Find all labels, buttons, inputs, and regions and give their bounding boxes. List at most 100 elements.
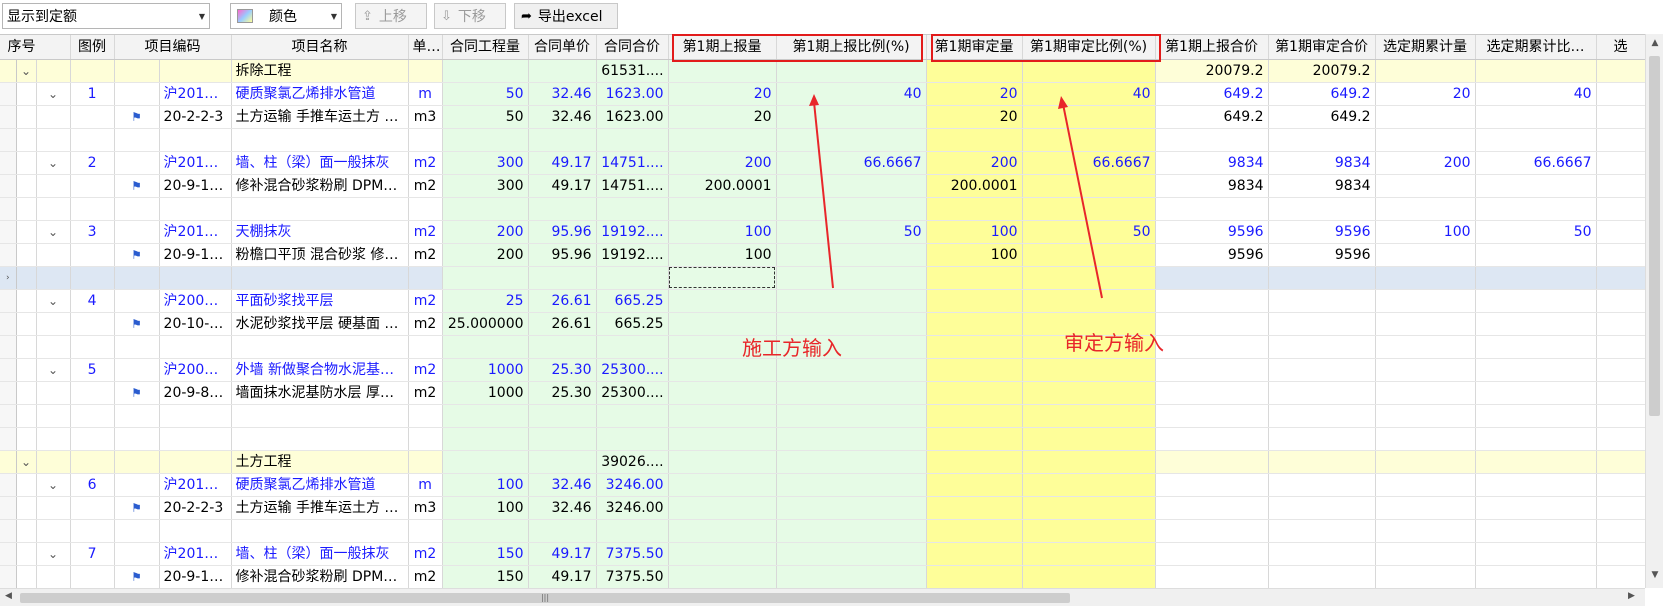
empty-cell[interactable] [1596,427,1645,451]
empty-cell[interactable] [442,335,529,359]
empty-cell[interactable] [1375,335,1476,359]
total-cell[interactable]: 14751.... [596,151,669,175]
c-qty-cell[interactable] [1375,243,1476,267]
seq-cell[interactable]: 2 [70,151,115,175]
item-code-cell[interactable]: 沪2011… [159,220,232,244]
empty-cell[interactable] [1022,128,1156,152]
r-qty-cell[interactable] [668,289,777,313]
row-gutter[interactable] [0,496,17,520]
empty-cell[interactable] [776,404,927,428]
empty-cell[interactable] [1155,197,1269,221]
audit-pct-cell[interactable] [1022,59,1156,83]
item-row[interactable]: ⌄ 6 沪2015… 硬质聚氯乙烯排水管道 m 100 32.46 3246.00 [0,473,1645,497]
a-qty-cell[interactable]: 20 [926,82,1023,106]
qty-cell[interactable]: 25 [442,289,529,313]
row-gutter[interactable] [0,519,17,543]
price-cell[interactable]: 49.17 [528,565,597,588]
c-qty-cell[interactable] [1375,174,1476,198]
color-select[interactable]: 颜色 ▼ [230,3,342,29]
collapse-chevron-icon[interactable]: ⌄ [36,220,71,244]
col-header-contract-qty[interactable]: 合同工程量 [442,35,529,60]
qty-cell[interactable]: 150 [442,542,529,566]
collapse-chevron-icon[interactable]: ⌄ [36,542,71,566]
empty-cell[interactable] [668,266,777,290]
quota-code-cell[interactable]: 20-9-1-… [159,565,232,588]
c-qty-cell[interactable]: 200 [1375,151,1476,175]
r-total-cell[interactable]: 9834 [1155,151,1269,175]
empty-cell[interactable] [442,427,529,451]
empty-cell[interactable] [1596,266,1645,290]
item-name-cell[interactable]: 平面砂浆找平层 [231,289,409,313]
item-row[interactable]: ⌄ 5 沪2007… 外墙 新做聚合物水泥基… m2 1000 25.30 25300.... [0,358,1645,382]
a-pct-cell[interactable] [1022,542,1156,566]
r-total-cell[interactable]: 649.2 [1155,105,1269,129]
empty-cell[interactable] [926,427,1023,451]
empty-cell[interactable] [1022,197,1156,221]
qty-cell[interactable]: 300 [442,174,529,198]
export-excel-button[interactable]: ➦ 导出excel [514,3,618,29]
empty-cell[interactable] [1596,519,1645,543]
r-qty-cell[interactable]: 200.0001 [668,174,777,198]
group-name-cell[interactable]: 拆除工程 [231,59,409,83]
row-gutter[interactable] [0,450,17,474]
a-total-cell[interactable] [1268,542,1376,566]
empty-cell[interactable] [1155,266,1269,290]
r-total-cell[interactable] [1155,542,1269,566]
empty-cell[interactable] [926,519,1023,543]
price-cell[interactable]: 32.46 [528,496,597,520]
quota-row[interactable]: ⚑ 20-9-8-… 墙面抹水泥基防水层 厚… m2 1000 25.30 25300...… [0,381,1645,405]
a-total-cell[interactable] [1268,565,1376,588]
empty-cell[interactable] [1022,266,1156,290]
a-qty-cell[interactable] [926,473,1023,497]
r-total-cell[interactable] [1155,312,1269,336]
scroll-right-icon[interactable]: ▶ [1628,591,1635,601]
unit-cell[interactable]: m2 [408,243,443,267]
item-code-cell[interactable]: 沪2007… [159,358,232,382]
total-cell[interactable]: 665.25 [596,312,669,336]
quota-row[interactable]: ⚑ 20-9-1-… 修补混合砂浆粉刷 DPM… m2 300 49.17 14751...… [0,174,1645,198]
r-pct-cell[interactable] [776,542,927,566]
report-total-cell[interactable] [1155,450,1269,474]
empty-cell[interactable] [1596,404,1645,428]
empty-cell[interactable] [442,266,529,290]
empty-cell[interactable] [1596,335,1645,359]
quota-row[interactable]: ⚑ 20-2-2-3 土方运输 手推车运土方 … m3 50 32.46 1623.00 20… [0,105,1645,129]
a-qty-cell[interactable]: 100 [926,243,1023,267]
unit-cell[interactable]: m2 [408,220,443,244]
row-gutter[interactable] [0,59,17,83]
audit-pct-cell[interactable] [1022,450,1156,474]
audit-qty-cell[interactable] [926,450,1023,474]
a-pct-cell[interactable] [1022,381,1156,405]
qty-cell[interactable]: 100 [442,496,529,520]
c-qty-cell[interactable] [1375,473,1476,497]
item-name-cell[interactable]: 墙、柱（梁）面一般抹灰 [231,542,409,566]
qty-cell[interactable]: 25.000000 [442,312,529,336]
a-total-cell[interactable] [1268,381,1376,405]
price-cell[interactable]: 32.46 [528,473,597,497]
total-cell[interactable]: 25300.... [596,381,669,405]
qty-cell[interactable]: 300 [442,151,529,175]
qty-cell[interactable]: 50 [442,82,529,106]
item-name-cell[interactable]: 天棚抹灰 [231,220,409,244]
price-cell[interactable]: 32.46 [528,105,597,129]
a-qty-cell[interactable]: 20 [926,105,1023,129]
empty-cell[interactable] [1375,404,1476,428]
scroll-left-icon[interactable]: ◀ [5,591,12,601]
r-pct-cell[interactable]: 40 [776,82,927,106]
c-pct-cell[interactable] [1475,243,1597,267]
row-gutter[interactable] [0,381,17,405]
empty-cell[interactable] [528,404,597,428]
r-qty-cell[interactable]: 100 [668,243,777,267]
empty-cell[interactable] [668,404,777,428]
item-code-cell[interactable]: 沪2010… [159,151,232,175]
item-name-cell[interactable]: 外墙 新做聚合物水泥基… [231,358,409,382]
empty-cell[interactable] [596,128,669,152]
price-cell[interactable]: 49.17 [528,151,597,175]
col-header-audit-total[interactable]: 第1期审定合价 [1268,35,1376,60]
total-cell[interactable]: 7375.50 [596,542,669,566]
unit-cell[interactable]: m3 [408,496,443,520]
a-qty-cell[interactable] [926,381,1023,405]
report-pct-cell[interactable] [776,59,927,83]
row-gutter[interactable] [0,312,17,336]
empty-cell[interactable] [1475,266,1597,290]
